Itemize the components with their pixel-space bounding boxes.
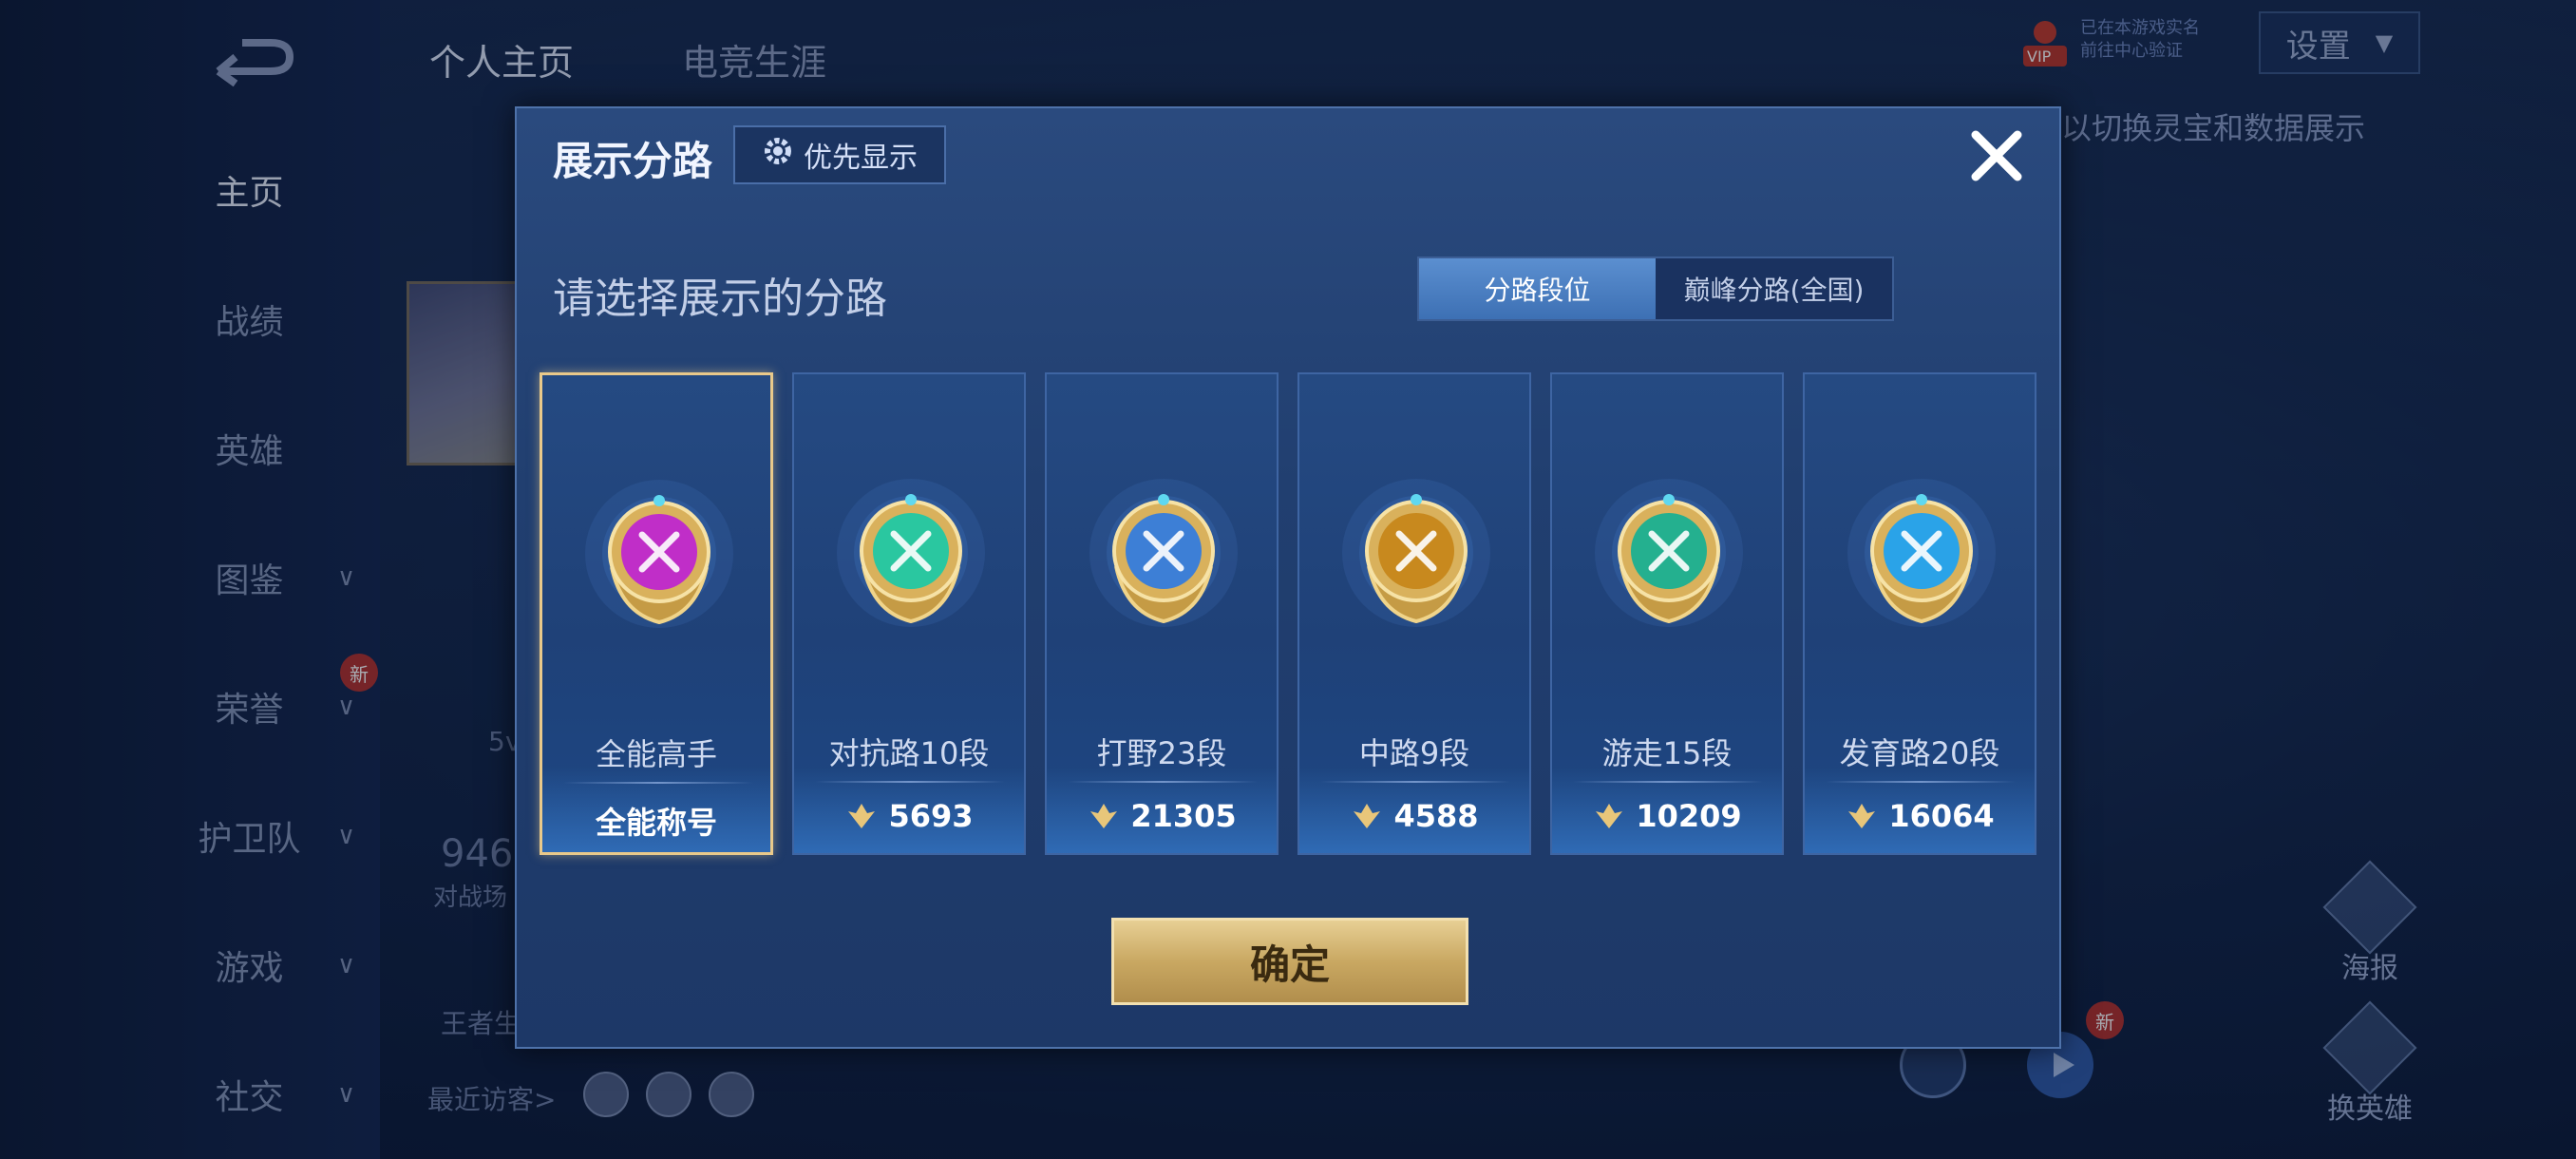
lane-rank-label: 中路9段: [1358, 735, 1470, 771]
lane-card[interactable]: 全能高手 全能称号: [540, 372, 773, 855]
lane-score-value: 全能称号: [595, 805, 717, 841]
lane-score: 全能称号: [542, 799, 770, 843]
lane-score: 4588: [1299, 798, 1529, 834]
lane-score-value: 10209: [1636, 798, 1742, 834]
lane-score: 5693: [794, 798, 1024, 834]
priority-display-button[interactable]: 优先显示: [733, 125, 946, 184]
lane-emblem-icon: [1089, 479, 1238, 627]
wing-score-icon: [1848, 804, 1876, 828]
lane-card[interactable]: 对抗路10段 5693: [792, 372, 1026, 855]
lane-score-value: 5693: [888, 798, 974, 834]
lane-score: 10209: [1552, 798, 1782, 834]
lane-card[interactable]: 发育路20段 16064: [1803, 372, 2036, 855]
lane-emblem-icon: [585, 480, 733, 628]
tab-lane-rank[interactable]: 分路段位: [1419, 258, 1656, 319]
close-button[interactable]: [1962, 122, 2031, 190]
lane-emblem-icon: [1595, 479, 1743, 627]
divider: [1068, 781, 1258, 783]
lane-rank-label: 打野23段: [1096, 735, 1227, 771]
lane-emblem-icon: [1342, 479, 1490, 627]
lane-display-dialog: 展示分路 优先显示 请选择展示的分路 分路段位 巅峰分路(全国) 全能高手全能称…: [515, 106, 2061, 1049]
lane-emblem-icon: [1847, 479, 1996, 627]
segment-control: 分路段位 巅峰分路(全国): [1417, 256, 1894, 321]
priority-display-label: 优先显示: [804, 142, 918, 175]
divider: [1573, 781, 1763, 783]
lane-score: 21305: [1047, 798, 1277, 834]
lane-score-value: 16064: [1888, 798, 1995, 834]
divider: [1826, 781, 2016, 783]
lane-score: 16064: [1805, 798, 2035, 834]
lane-emblem-icon: [837, 479, 985, 627]
wing-score-icon: [848, 804, 876, 828]
close-icon: [1971, 130, 2022, 181]
wing-score-icon: [1090, 804, 1118, 828]
lane-score-value: 4588: [1393, 798, 1479, 834]
lane-card-list: 全能高手 全能称号 对抗路10段 5693 打野23段 21305 中路9段 4588 游走15…: [540, 372, 2040, 855]
tab-peak-lane[interactable]: 巅峰分路(全国): [1656, 258, 1892, 319]
wing-score-icon: [1596, 804, 1623, 828]
lane-card[interactable]: 打野23段 21305: [1045, 372, 1279, 855]
lane-rank-label: 全能高手: [595, 736, 717, 772]
gear-icon: [762, 135, 794, 175]
lane-rank-label: 发育路20段: [1839, 735, 2000, 771]
lane-rank-label: 游走15段: [1601, 735, 1733, 771]
divider: [563, 782, 753, 784]
lane-rank-label: 对抗路10段: [828, 735, 990, 771]
divider: [815, 781, 1005, 783]
lane-score-value: 21305: [1130, 798, 1237, 834]
confirm-button[interactable]: 确定: [1111, 918, 1468, 1005]
divider: [1320, 781, 1510, 783]
wing-score-icon: [1354, 804, 1381, 828]
lane-card[interactable]: 中路9段 4588: [1297, 372, 1531, 855]
lane-card[interactable]: 游走15段 10209: [1550, 372, 1784, 855]
section-title: 请选择展示的分路: [553, 275, 887, 323]
dialog-title: 展示分路: [553, 138, 713, 184]
